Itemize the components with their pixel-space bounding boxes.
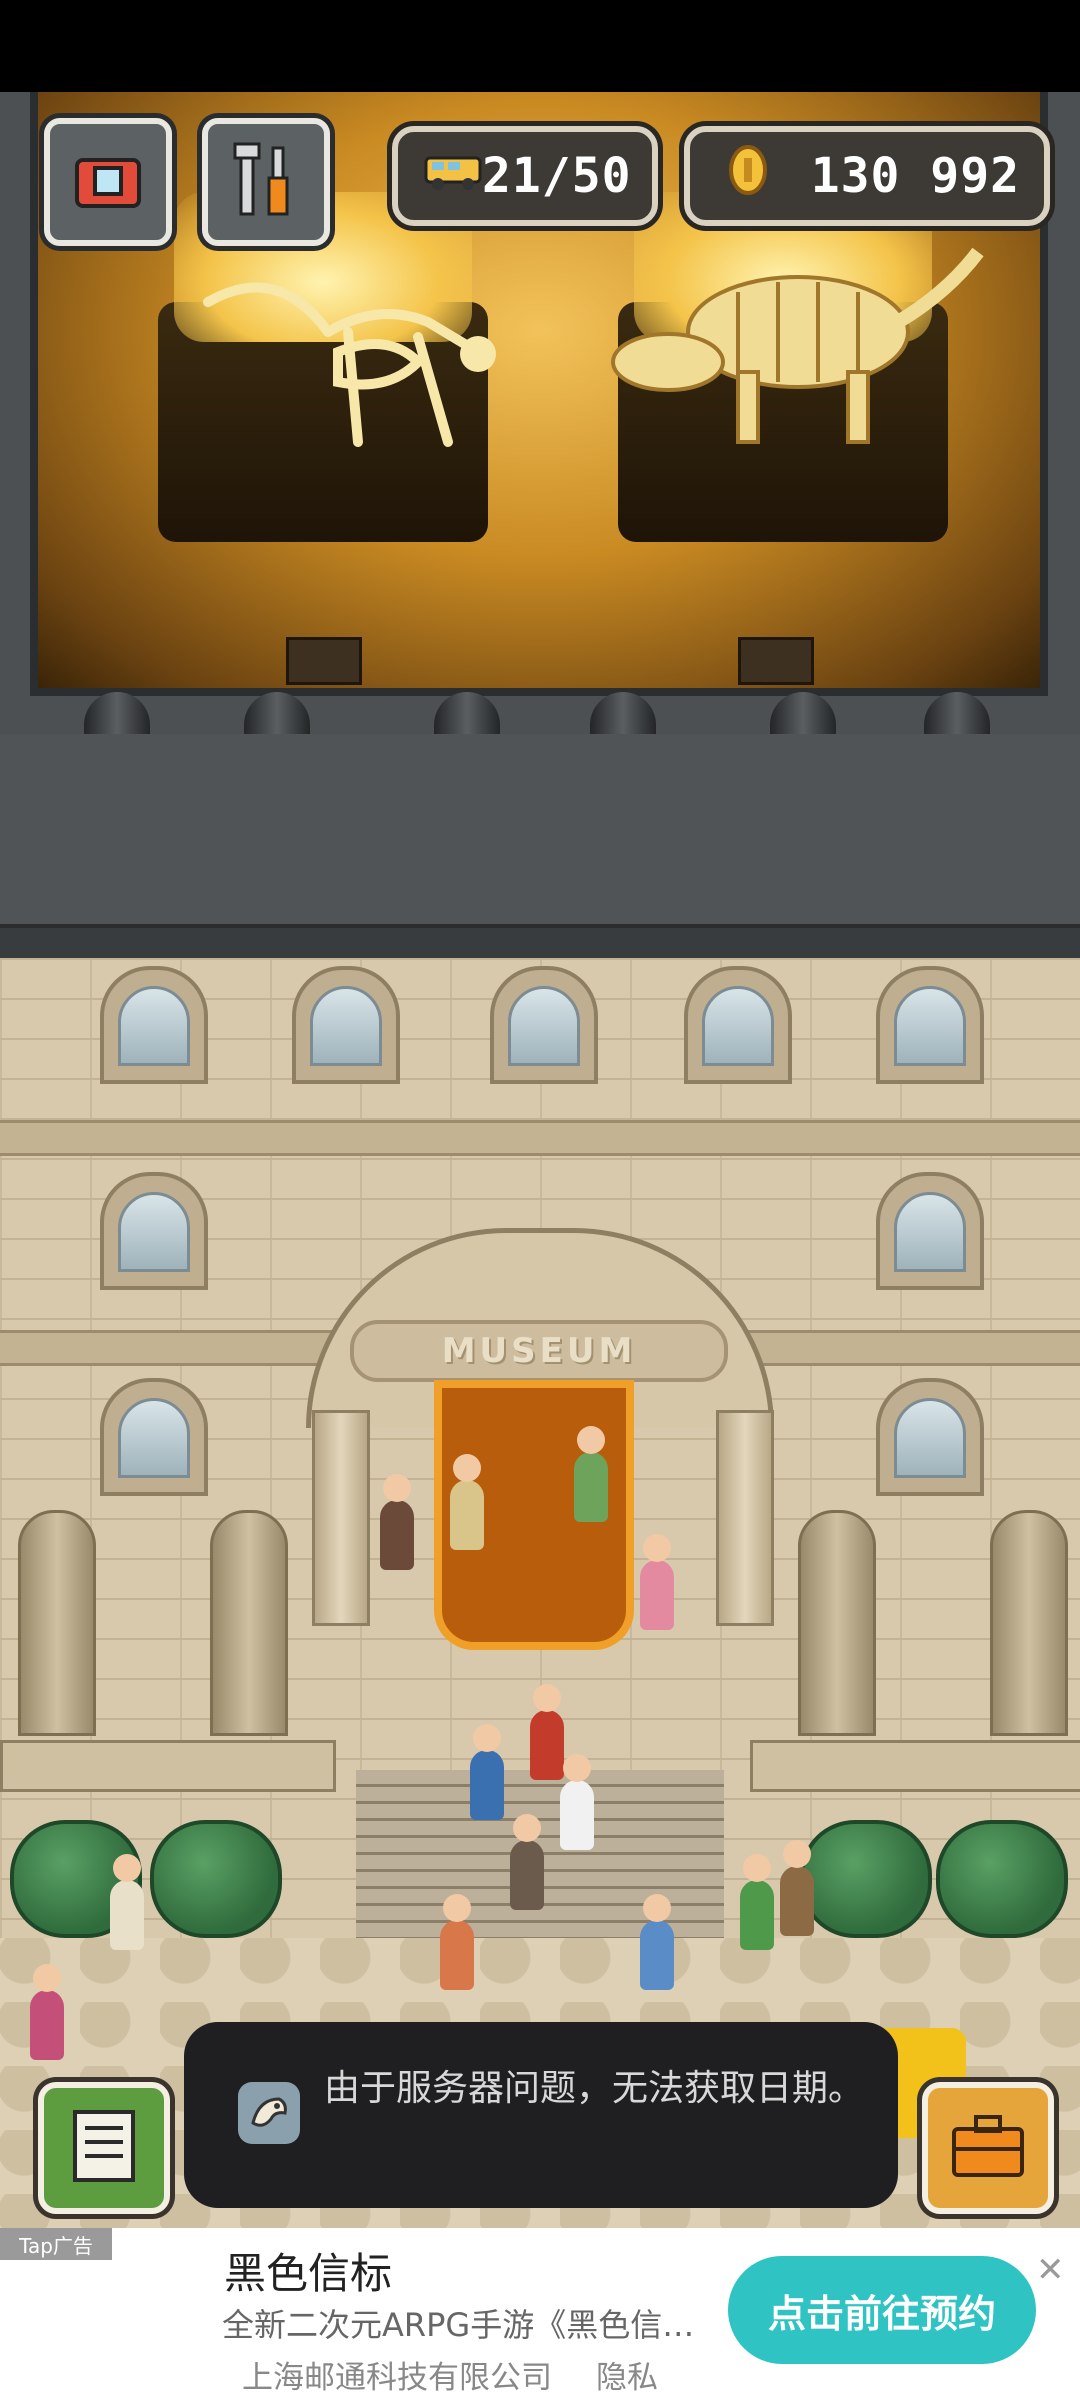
visitor[interactable] bbox=[780, 1840, 814, 1936]
ad-privacy-link[interactable]: 隐私 bbox=[596, 2352, 658, 2397]
coin-counter: 130 992 bbox=[684, 126, 1050, 226]
facade-ledge bbox=[0, 1120, 1080, 1156]
visitor-counter: 21/50 bbox=[392, 126, 658, 226]
museum-window bbox=[100, 966, 208, 1084]
facade-pillar bbox=[990, 1510, 1068, 1736]
visitor[interactable] bbox=[110, 1854, 144, 1950]
museum-window bbox=[100, 1172, 208, 1290]
shrub bbox=[800, 1820, 932, 1938]
visitor[interactable] bbox=[470, 1724, 504, 1820]
tools-icon bbox=[231, 140, 301, 224]
museum-window bbox=[100, 1378, 208, 1496]
museum-sign: MUSEUM bbox=[350, 1320, 728, 1382]
ad-company: 上海邮通科技有限公司 bbox=[242, 2360, 552, 2396]
museum-window bbox=[684, 966, 792, 1084]
floor-divider-edge bbox=[0, 924, 1080, 962]
museum-window bbox=[876, 966, 984, 1084]
balustrade-right bbox=[750, 1740, 1080, 1792]
ad-label: Tap广告 bbox=[0, 2228, 112, 2260]
visitor[interactable] bbox=[740, 1854, 774, 1950]
tools-button[interactable] bbox=[202, 118, 330, 246]
visitor[interactable] bbox=[640, 1894, 674, 1990]
coin-count: 130 992 bbox=[810, 148, 1020, 204]
facade-pillar bbox=[18, 1510, 96, 1736]
shrub bbox=[150, 1820, 282, 1938]
ad-cta-button[interactable]: 点击前往预约 bbox=[728, 2256, 1036, 2364]
bus-icon bbox=[424, 148, 482, 204]
exhibit-plaque-right bbox=[738, 637, 814, 685]
notes-button[interactable] bbox=[38, 2082, 170, 2214]
camera-icon bbox=[73, 150, 143, 214]
shrub bbox=[936, 1820, 1068, 1938]
arch-column bbox=[312, 1410, 370, 1626]
toast-message: 由于服务器问题，无法获取日期。 bbox=[324, 2068, 865, 2109]
visitor[interactable] bbox=[380, 1474, 414, 1570]
museum-window bbox=[876, 1172, 984, 1290]
camera-button[interactable] bbox=[44, 118, 172, 246]
museum-window bbox=[292, 966, 400, 1084]
arch-column bbox=[716, 1410, 774, 1626]
dinosaur-skeleton-right[interactable] bbox=[608, 232, 988, 462]
fossil-icon bbox=[238, 2082, 300, 2144]
museum-window bbox=[490, 966, 598, 1084]
exhibit-plaque-left bbox=[286, 637, 362, 685]
visitor[interactable] bbox=[574, 1426, 608, 1522]
facade-pillar bbox=[798, 1510, 876, 1736]
visitor[interactable] bbox=[450, 1454, 484, 1550]
visitor[interactable] bbox=[560, 1754, 594, 1850]
visitor[interactable] bbox=[640, 1534, 674, 1630]
ad-description[interactable]: 全新二次元ARPG手游《黑色信… bbox=[222, 2300, 702, 2346]
balustrade-left bbox=[0, 1740, 336, 1792]
museum-window bbox=[876, 1378, 984, 1496]
visitor[interactable] bbox=[440, 1894, 474, 1990]
visitor[interactable] bbox=[510, 1814, 544, 1910]
visitor[interactable] bbox=[30, 1964, 64, 2060]
inventory-button[interactable] bbox=[922, 2082, 1054, 2214]
briefcase-icon bbox=[950, 2113, 1026, 2183]
error-toast: 由于服务器问题，无法获取日期。 bbox=[184, 2022, 898, 2208]
facade-pillar bbox=[210, 1510, 288, 1736]
dinosaur-skeleton-left[interactable] bbox=[188, 242, 508, 482]
close-icon[interactable]: ✕ bbox=[1036, 2250, 1065, 2290]
notebook-icon bbox=[71, 2108, 137, 2188]
coin-icon bbox=[728, 144, 768, 208]
status-bar bbox=[0, 0, 1080, 92]
visitor[interactable] bbox=[530, 1684, 564, 1780]
ad-title[interactable]: 黑色信标 bbox=[224, 2240, 392, 2301]
visitor-count: 21/50 bbox=[482, 148, 632, 204]
ad-banner[interactable]: Tap广告 黑色信标 全新二次元ARPG手游《黑色信… 上海邮通科技有限公司 隐… bbox=[0, 2228, 1080, 2400]
floor-divider bbox=[0, 734, 1080, 924]
